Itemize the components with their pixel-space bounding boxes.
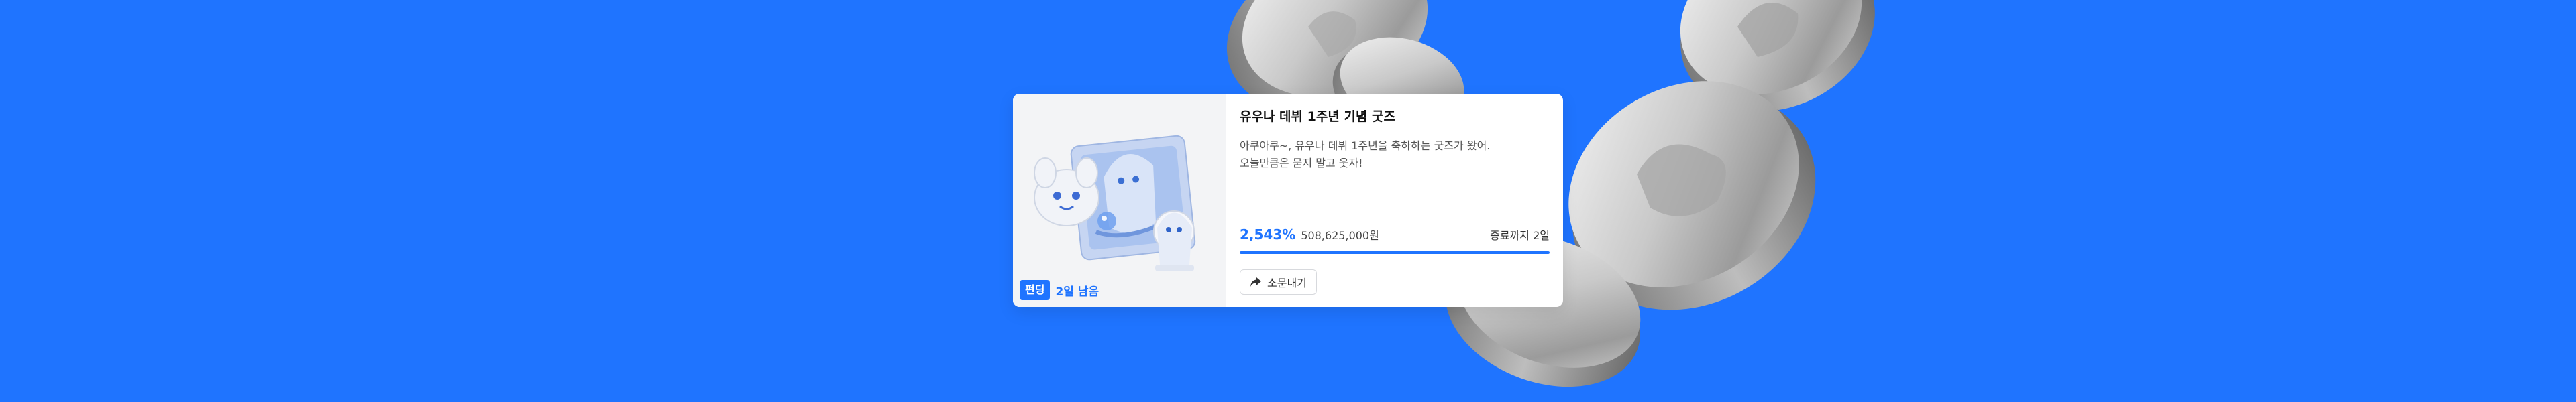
ends-in-label: 종료까지 2일 bbox=[1490, 229, 1550, 242]
share-button-label: 소문내기 bbox=[1267, 277, 1307, 289]
funding-stats: 2,543% 508,625,000원 종료까지 2일 bbox=[1240, 226, 1550, 243]
coin-icon bbox=[1568, 81, 1816, 310]
progress-bar bbox=[1240, 251, 1550, 254]
project-card[interactable]: 펀딩 2일 남음 유우나 데뷔 1주년 기념 굿즈 아쿠아쿠~, 유우나 데뷔 … bbox=[1013, 94, 1563, 307]
amount-raised: 508,625,000원 bbox=[1301, 229, 1379, 242]
share-button[interactable]: 소문내기 bbox=[1240, 269, 1317, 295]
progress-fill bbox=[1240, 251, 1550, 254]
coin-icon bbox=[1680, 0, 1875, 112]
funding-badge: 펀딩 bbox=[1020, 280, 1051, 300]
goods-illustration bbox=[1034, 135, 1196, 271]
days-left-label: 2일 남음 bbox=[1055, 285, 1099, 299]
project-thumbnail[interactable]: 펀딩 2일 남음 bbox=[1013, 94, 1226, 307]
achievement-rate: 2,543% bbox=[1240, 226, 1296, 243]
description-line: 오늘만큼은 묻지 말고 웃자! bbox=[1240, 157, 1363, 170]
project-description: 아쿠아쿠~, 유우나 데뷔 1주년을 축하하는 굿즈가 왔어. 오늘만큼은 묻지… bbox=[1240, 137, 1550, 173]
share-arrow-icon bbox=[1250, 277, 1262, 287]
description-line: 아쿠아쿠~, 유우나 데뷔 1주년을 축하하는 굿즈가 왔어. bbox=[1240, 139, 1491, 152]
project-title[interactable]: 유우나 데뷔 1주년 기념 굿즈 bbox=[1240, 109, 1550, 125]
project-info: 유우나 데뷔 1주년 기념 굿즈 아쿠아쿠~, 유우나 데뷔 1주년을 축하하는… bbox=[1226, 94, 1563, 307]
status-badge-group: 펀딩 2일 남음 bbox=[1020, 280, 1099, 300]
